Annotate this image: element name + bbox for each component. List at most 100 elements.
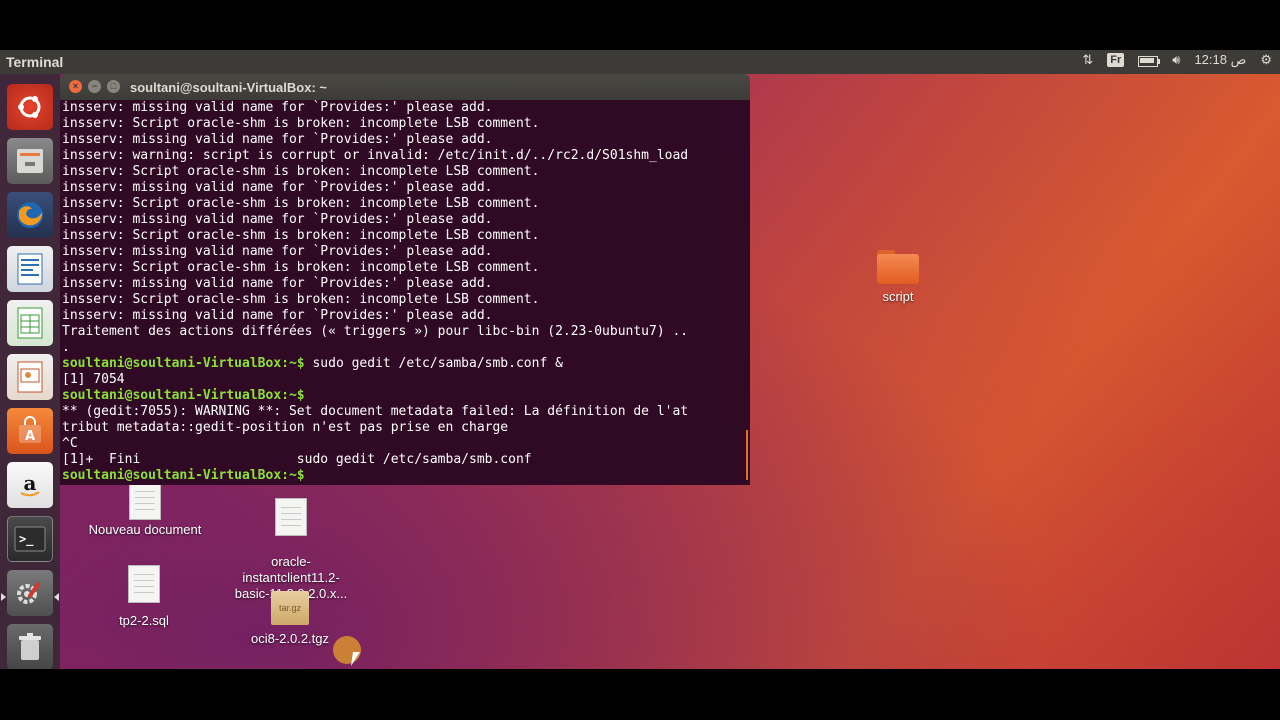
folder-icon [877,250,919,284]
svg-text:a: a [24,471,37,495]
terminal-titlebar[interactable]: × − □ soultani@soultani-VirtualBox: ~ [60,74,750,100]
trash-icon [19,633,41,660]
terminal-line: insserv: Script oracle-shm is broken: in… [62,260,750,276]
amazon-icon: a [20,471,40,497]
terminal-line: insserv: missing valid name for `Provide… [62,244,750,260]
line-text: insserv: missing valid name for `Provide… [62,212,493,227]
line-text: insserv: Script oracle-shm is broken: in… [62,164,540,179]
launcher-calc-icon[interactable] [7,300,53,346]
terminal-line: insserv: Script oracle-shm is broken: in… [62,164,750,180]
line-text: insserv: missing valid name for `Provide… [62,276,493,291]
terminal-line: insserv: missing valid name for `Provide… [62,308,750,324]
clock[interactable]: ص 12:18 [1194,52,1246,68]
terminal-line: insserv: Script oracle-shm is broken: in… [62,116,750,132]
desktop-icon-label: tp2-2.sql [119,613,169,628]
package-file-icon [275,498,307,536]
keyboard-layout-indicator[interactable]: Fr [1107,53,1125,67]
launcher-software-center-icon[interactable]: A [7,408,53,454]
terminal-line: . [62,340,750,356]
launcher: A a >_ [0,74,60,669]
desktop-file-oci8-tgz[interactable]: tar.gz oci8-2.0.2.tgz [240,591,340,647]
terminal-line: insserv: missing valid name for `Provide… [62,132,750,148]
launcher-system-settings-icon[interactable] [7,570,53,616]
line-text: ** (gedit:7055): WARNING **: Set documen… [62,404,689,419]
terminal-scrollbar[interactable] [746,430,748,480]
terminal-line: insserv: missing valid name for `Provide… [62,100,750,116]
terminal-output[interactable]: insserv: missing valid name for `Provide… [60,100,750,485]
active-app-title: Terminal [6,54,64,70]
terminal-line: insserv: missing valid name for `Provide… [62,276,750,292]
desktop-folder-script[interactable]: script [848,250,948,305]
text-file-icon [129,482,161,520]
desktop: Terminal ⇅ Fr 🔊︎ ص 12:18 ⚙ A a >_ script… [0,50,1280,669]
focused-indicator-icon [54,593,59,601]
clock-time: 12:18 [1194,52,1227,67]
power-gear-icon[interactable]: ⚙ [1260,52,1272,68]
launcher-writer-icon[interactable] [7,246,53,292]
terminal-line: insserv: missing valid name for `Provide… [62,212,750,228]
desktop-file-tp2-sql[interactable]: tp2-2.sql [94,565,194,629]
terminal-line: soultani@soultani-VirtualBox:~$ [62,388,750,404]
desktop-icon-label: Nouveau document [88,522,202,537]
terminal-line: insserv: Script oracle-shm is broken: in… [62,228,750,244]
terminal-title: soultani@soultani-VirtualBox: ~ [130,80,327,95]
line-text: insserv: Script oracle-shm is broken: in… [62,196,540,211]
archive-badge: tar.gz [278,603,301,613]
line-text: insserv: missing valid name for `Provide… [62,132,493,147]
line-text: tribut metadata::gedit-position n'est pa… [62,420,509,435]
text-document-icon [17,253,43,285]
terminal-line: ** (gedit:7055): WARNING **: Set documen… [62,404,750,420]
battery-icon[interactable] [1138,55,1161,67]
spreadsheet-icon [17,307,43,339]
launcher-ubuntu-dash-icon[interactable] [7,84,53,130]
line-text: sudo gedit /etc/samba/smb.conf & [304,356,563,371]
launcher-trash-icon[interactable] [7,624,53,669]
file-cabinet-icon [17,149,43,173]
line-text: insserv: warning: script is corrupt or i… [62,148,689,163]
line-text: . [62,340,70,355]
line-text: insserv: missing valid name for `Provide… [62,100,493,115]
terminal-line: [1]+ Fini sudo gedit /etc/samba/smb.conf [62,452,750,468]
terminal-line: insserv: Script oracle-shm is broken: in… [62,292,750,308]
presentation-icon [17,361,43,393]
shopping-bag-icon: A [19,416,41,444]
terminal-line: soultani@soultani-VirtualBox:~$ [62,468,750,484]
shell-prompt: soultani@soultani-VirtualBox:~$ [62,356,305,371]
line-text: insserv: missing valid name for `Provide… [62,244,493,259]
line-text: insserv: Script oracle-shm is broken: in… [62,116,540,131]
svg-text:>_: >_ [19,532,34,547]
terminal-line: soultani@soultani-VirtualBox:~$ sudo ged… [62,356,750,372]
desktop-file-nouveau-document[interactable]: Nouveau document [80,482,210,538]
clock-suffix: ص [1230,52,1247,67]
maximize-icon[interactable]: □ [107,80,120,93]
terminal-line: insserv: warning: script is corrupt or i… [62,148,750,164]
minimize-icon[interactable]: − [88,80,101,93]
shell-prompt: soultani@soultani-VirtualBox:~$ [62,468,305,483]
line-text: [1]+ Fini sudo gedit /etc/samba/smb.conf [62,452,532,467]
firefox-icon [17,202,43,228]
line-text: insserv: Script oracle-shm is broken: in… [62,292,540,307]
terminal-icon: >_ [14,526,46,552]
launcher-files-icon[interactable] [7,138,53,184]
terminal-line: [1] 7054 [62,372,750,388]
archive-icon: tar.gz [271,591,309,625]
launcher-impress-icon[interactable] [7,354,53,400]
line-text: Traitement des actions différées (« trig… [62,324,689,339]
launcher-terminal-icon[interactable]: >_ [7,516,53,562]
terminal-window[interactable]: × − □ soultani@soultani-VirtualBox: ~ in… [60,74,750,485]
line-text: insserv: missing valid name for `Provide… [62,308,493,323]
running-indicator-icon [1,593,6,601]
network-updown-icon[interactable]: ⇅ [1082,52,1093,68]
terminal-line: tribut metadata::gedit-position n'est pa… [62,420,750,436]
svg-text:A: A [25,429,35,444]
terminal-line: insserv: missing valid name for `Provide… [62,180,750,196]
terminal-line: insserv: Script oracle-shm is broken: in… [62,196,750,212]
close-icon[interactable]: × [69,80,82,93]
launcher-firefox-icon[interactable] [7,192,53,238]
settings-gear-wrench-icon [17,582,41,604]
volume-icon[interactable]: 🔊︎ [1172,52,1180,68]
desktop-icon-label: script [882,289,914,304]
line-text: ^C [62,436,78,451]
launcher-amazon-icon[interactable]: a [7,462,53,508]
mouse-pointer-icon [351,652,360,666]
